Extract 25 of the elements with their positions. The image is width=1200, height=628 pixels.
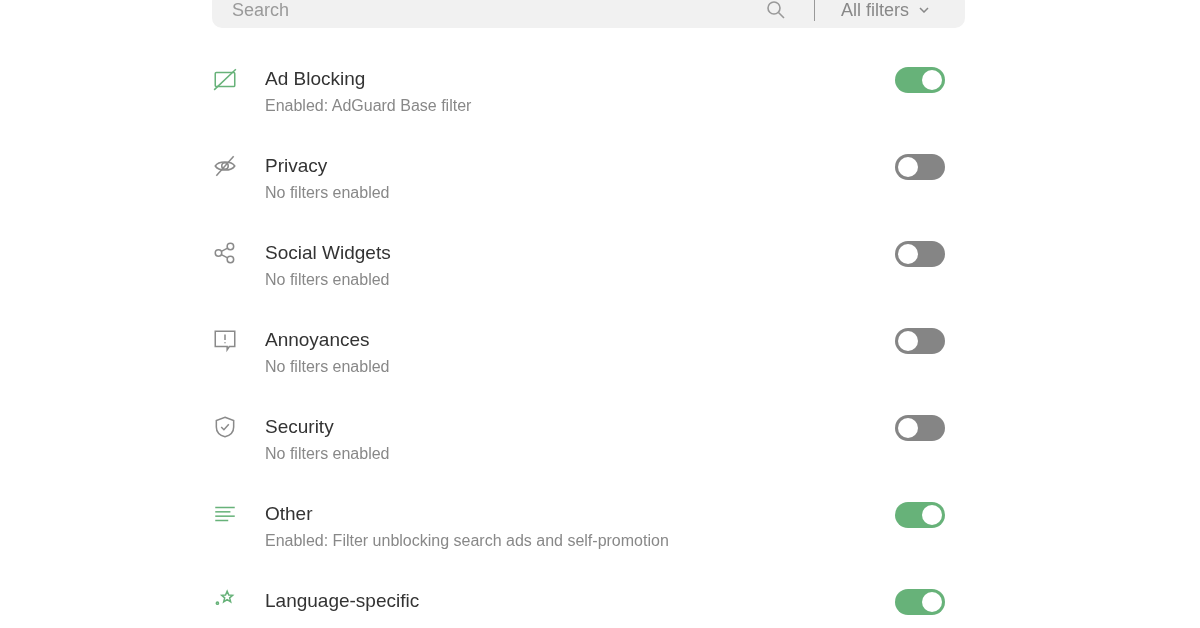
search-field[interactable]: Search All filters	[212, 0, 965, 28]
toggle-switch[interactable]	[895, 502, 945, 528]
category-status: No filters enabled	[265, 271, 391, 289]
toggle-switch[interactable]	[895, 328, 945, 354]
category-status: No filters enabled	[265, 184, 391, 202]
toggle-switch[interactable]	[895, 589, 945, 615]
toggle-switch[interactable]	[895, 154, 945, 180]
eye-slash-icon	[212, 153, 238, 179]
category-title: Language-specific	[265, 590, 421, 612]
search-icon[interactable]	[766, 0, 786, 20]
category-status: Enabled: AdGuard Base filter	[265, 97, 473, 115]
toggle-switch[interactable]	[895, 67, 945, 93]
caret-icon	[919, 7, 929, 13]
category-status: No filters enabled	[265, 445, 391, 463]
filter-dropdown[interactable]: All filters	[841, 0, 929, 21]
category-title: Security	[265, 416, 335, 438]
category-title: Social Widgets	[265, 242, 392, 264]
toggle-switch[interactable]	[895, 241, 945, 267]
category-title: Ad Blocking	[265, 68, 367, 90]
toggle-switch[interactable]	[895, 415, 945, 441]
category-status: No filters enabled	[265, 358, 391, 376]
category-status: Enabled: Filter unblocking search ads and self-promotion	[265, 532, 670, 550]
category-title: Annoyances	[265, 329, 371, 351]
category-title: Privacy	[265, 155, 329, 177]
category-title: Other	[265, 503, 314, 525]
